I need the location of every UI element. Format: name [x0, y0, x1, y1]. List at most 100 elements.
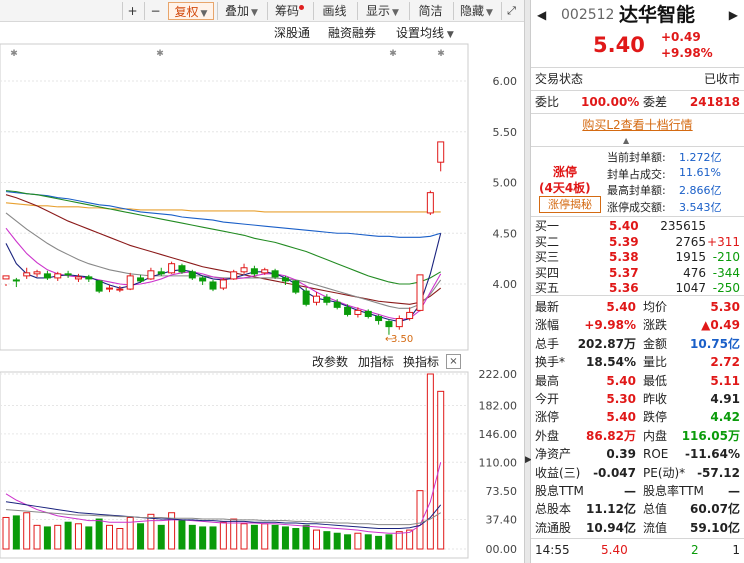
candle-body[interactable]	[406, 311, 414, 320]
volume-bar[interactable]	[85, 526, 93, 550]
candle-body[interactable]	[95, 280, 103, 292]
candle-body[interactable]	[271, 270, 279, 278]
candle-body[interactable]	[178, 265, 186, 273]
event-marker-icon[interactable]: ✱	[389, 49, 397, 59]
candle-body[interactable]	[281, 277, 289, 282]
candle-body[interactable]	[395, 318, 403, 328]
volume-bar[interactable]	[354, 532, 362, 550]
volume-bar[interactable]	[333, 532, 341, 550]
volume-bar[interactable]	[364, 534, 372, 550]
volume-bar[interactable]	[199, 526, 207, 550]
volume-bar[interactable]	[250, 524, 258, 550]
volume-bar[interactable]	[375, 535, 383, 550]
l2-link[interactable]: 购买L2查看十档行情	[531, 116, 744, 133]
prev-stock-icon[interactable]: ◀	[537, 4, 546, 26]
swap-indicator-button[interactable]: 换指标	[403, 353, 439, 371]
candle-body[interactable]	[375, 315, 383, 322]
volume-bar[interactable]	[116, 528, 124, 550]
candle-body[interactable]	[85, 276, 93, 280]
candle-body[interactable]	[2, 275, 10, 280]
volume-bar[interactable]	[43, 526, 51, 550]
candle-body[interactable]	[116, 288, 124, 291]
candle-body[interactable]	[199, 277, 207, 282]
candle-body[interactable]	[313, 295, 320, 303]
volume-bar[interactable]	[271, 524, 279, 550]
candle-body[interactable]	[344, 306, 352, 315]
candle-body[interactable]	[33, 271, 41, 275]
event-marker-icon[interactable]: ✱	[156, 49, 164, 59]
candle-body[interactable]	[219, 279, 227, 289]
candle-body[interactable]	[157, 271, 165, 275]
volume-bar[interactable]	[323, 531, 331, 550]
volume-bar[interactable]	[426, 373, 434, 550]
collapse-icon[interactable]: ▲	[623, 136, 629, 145]
volume-bar[interactable]	[230, 518, 238, 550]
candle-body[interactable]	[23, 272, 31, 277]
volume-bar[interactable]	[240, 523, 248, 550]
candle-body[interactable]	[74, 276, 82, 280]
candle-body[interactable]	[43, 273, 51, 279]
candle-body[interactable]	[354, 309, 362, 315]
candle-body[interactable]	[416, 274, 424, 311]
volume-tick-label: 182.00	[479, 400, 518, 413]
volume-bar[interactable]	[344, 534, 352, 550]
candle-body[interactable]	[302, 290, 310, 305]
volume-bar[interactable]	[219, 521, 227, 550]
candle-body[interactable]	[230, 271, 238, 280]
volume-bar[interactable]	[95, 518, 103, 550]
candle-body[interactable]	[261, 269, 269, 274]
volume-bar[interactable]	[64, 521, 72, 550]
candle-body[interactable]	[385, 321, 393, 328]
candle-body[interactable]	[240, 267, 248, 273]
event-marker-icon[interactable]: ✱	[10, 49, 18, 59]
candle-body[interactable]	[147, 270, 155, 280]
volume-bar[interactable]	[106, 524, 113, 550]
add-indicator-button[interactable]: 加指标	[358, 353, 394, 371]
candle-body[interactable]	[437, 141, 445, 163]
limit-reveal-button[interactable]: 涨停揭秘	[539, 196, 601, 213]
candle-body[interactable]	[54, 273, 62, 279]
candle-body[interactable]	[168, 263, 176, 274]
candle-body[interactable]	[364, 310, 372, 317]
volume-bar[interactable]	[261, 523, 269, 550]
book-row: 买一 5.40 235615	[531, 218, 744, 234]
volume-bar[interactable]	[157, 524, 165, 550]
event-marker-icon[interactable]: ✱	[437, 49, 445, 59]
candle-body[interactable]	[64, 273, 72, 276]
candle-body[interactable]	[188, 271, 196, 279]
volume-bar[interactable]	[188, 524, 196, 550]
candle-body[interactable]	[126, 275, 134, 290]
volume-bar[interactable]	[178, 520, 186, 550]
candle-body[interactable]	[250, 268, 258, 275]
change-params-button[interactable]: 改参数	[312, 353, 348, 371]
candle-body[interactable]	[209, 281, 217, 290]
stats-row: 涨停 5.40 跌停 4.42	[531, 408, 744, 426]
panel-splitter[interactable]: ▶	[524, 0, 532, 563]
volume-bar[interactable]	[147, 513, 155, 550]
volume-bar[interactable]	[209, 526, 217, 550]
volume-bar[interactable]	[12, 515, 20, 550]
volume-bar[interactable]	[281, 526, 289, 550]
volume-bar[interactable]	[137, 523, 145, 550]
volume-bar[interactable]	[2, 516, 10, 550]
volume-bar[interactable]	[395, 531, 403, 550]
volume-bar[interactable]	[54, 524, 62, 550]
candle-body[interactable]	[106, 287, 113, 290]
candle-body[interactable]	[333, 301, 341, 308]
volume-bar[interactable]	[23, 512, 31, 550]
candle-body[interactable]	[426, 192, 434, 214]
candle-body[interactable]	[323, 296, 331, 303]
candle-body[interactable]	[137, 277, 145, 282]
volume-bar[interactable]	[33, 524, 41, 550]
volume-bar[interactable]	[292, 528, 300, 550]
volume-bar[interactable]	[74, 523, 82, 550]
next-stock-icon[interactable]: ▶	[729, 4, 738, 26]
close-indicator-icon[interactable]: ×	[446, 354, 461, 369]
volume-bar[interactable]	[313, 529, 320, 550]
candle-body[interactable]	[12, 279, 20, 282]
volume-bar[interactable]	[385, 534, 393, 550]
candle-body[interactable]	[292, 280, 300, 293]
stat-label: 收益(三)	[535, 465, 581, 480]
volume-bar[interactable]	[302, 524, 310, 550]
kline-chart[interactable]: 6.00 5.50 5.00 4.50 4.00 222.00 182.00 146.00 11…	[0, 0, 524, 563]
